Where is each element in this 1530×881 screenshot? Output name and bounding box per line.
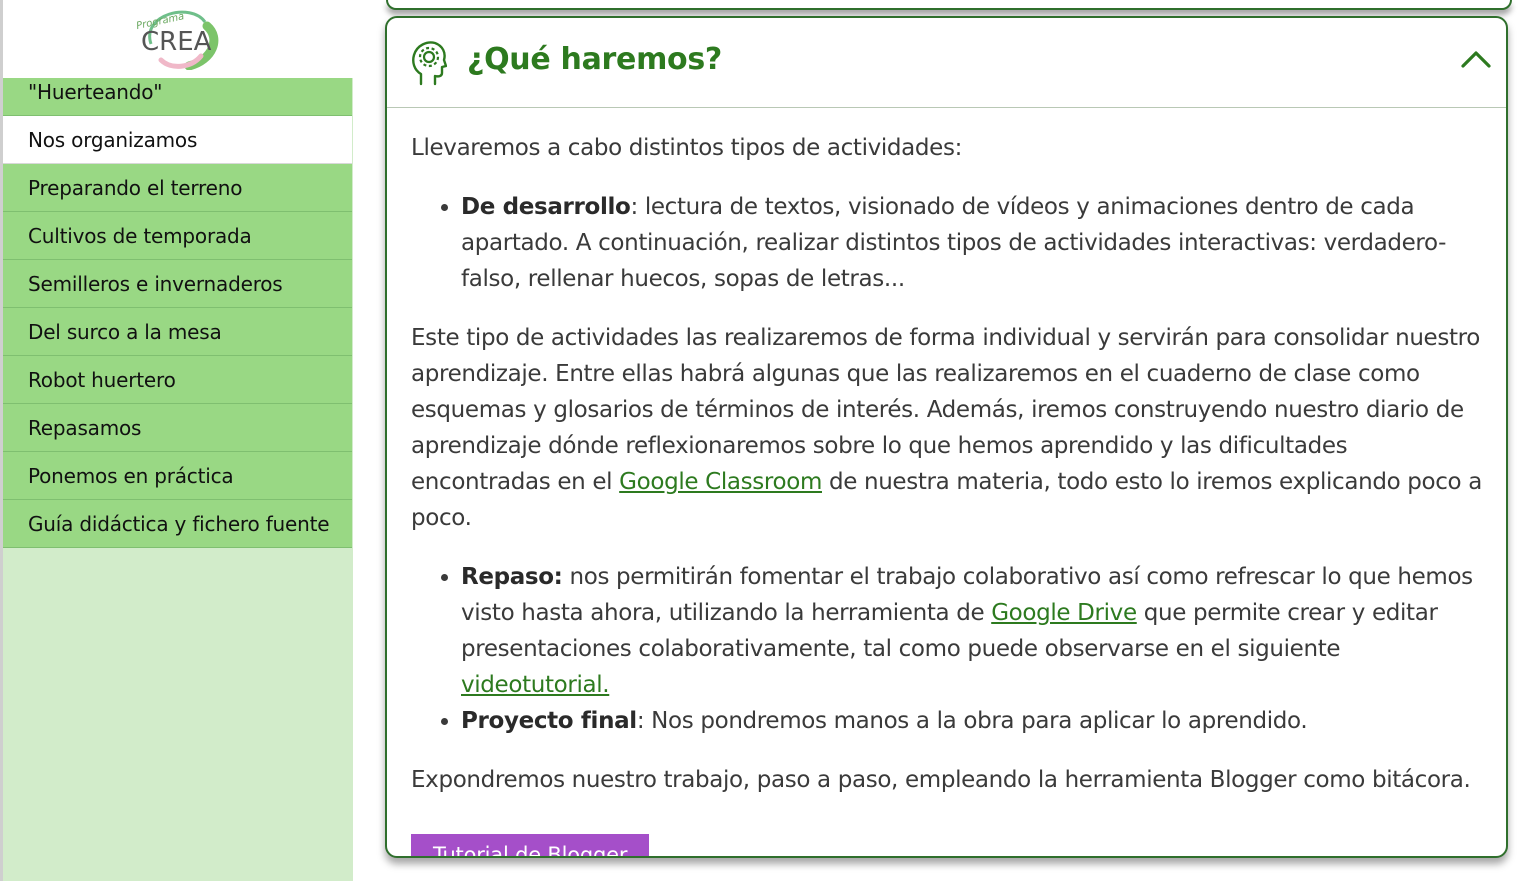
item-repaso-title: Repaso: (461, 564, 563, 590)
card-header[interactable]: ¿Qué haremos? (387, 18, 1506, 108)
sidebar-item-guia-didactica[interactable]: Guía didáctica y fichero fuente (3, 500, 352, 548)
sidebar-item-cultivos-de-temporada[interactable]: Cultivos de temporada (3, 212, 352, 260)
sidebar-item-repasamos[interactable]: Repasamos (3, 404, 352, 452)
sidebar-item-semilleros[interactable]: Semilleros e invernaderos (3, 260, 352, 308)
sidebar-item-del-surco[interactable]: Del surco a la mesa (3, 308, 352, 356)
sidebar-item-huerteando[interactable]: "Huerteando" (3, 78, 352, 116)
activity-list-2: Repaso: nos permitirán fomentar el traba… (411, 559, 1483, 739)
sidebar-item-robot-huertero[interactable]: Robot huertero (3, 356, 352, 404)
google-drive-link[interactable]: Google Drive (991, 600, 1137, 626)
item-proyecto-text: : Nos pondremos manos a la obra para apl… (636, 708, 1308, 734)
list-item-proyecto-final: Proyecto final: Nos pondremos manos a la… (461, 703, 1483, 739)
videotutorial-link[interactable]: videotutorial. (461, 672, 610, 698)
sidebar-item-ponemos-en-practica[interactable]: Ponemos en práctica (3, 452, 352, 500)
sidebar: Programa CREA "Huerteando" Nos organizam… (0, 0, 353, 881)
que-haremos-card: ¿Qué haremos? Llevaremos a cabo distinto… (385, 16, 1508, 858)
intro-text: Llevaremos a cabo distintos tipos de act… (411, 135, 963, 161)
logo-area: Programa CREA (3, 0, 353, 78)
svg-text:CREA: CREA (141, 27, 212, 57)
previous-card-edge (386, 0, 1512, 10)
closing-text: Expondremos nuestro trabajo, paso a paso… (411, 767, 1471, 793)
card-title: ¿Qué haremos? (467, 42, 723, 77)
card-body: Llevaremos a cabo distintos tipos de act… (411, 130, 1483, 856)
list-item-repaso: Repaso: nos permitirán fomentar el traba… (461, 559, 1483, 703)
sidebar-item-preparando-el-terreno[interactable]: Preparando el terreno (3, 164, 352, 212)
paragraph-individual: Este tipo de actividades las realizaremo… (411, 320, 1483, 536)
chevron-up-icon[interactable] (1460, 48, 1492, 70)
activity-list-1: De desarrollo: lectura de textos, vision… (411, 189, 1483, 297)
head-gear-icon (412, 41, 447, 86)
google-classroom-link[interactable]: Google Classroom (619, 469, 822, 495)
item-desarrollo-title: De desarrollo (461, 194, 631, 220)
sidebar-item-nos-organizamos[interactable]: Nos organizamos (3, 116, 352, 164)
list-item-desarrollo: De desarrollo: lectura de textos, vision… (461, 189, 1483, 297)
crea-logo[interactable]: Programa CREA (131, 4, 227, 70)
sidebar-nav: "Huerteando" Nos organizamos Preparando … (3, 78, 352, 548)
tutorial-blogger-button[interactable]: Tutorial de Blogger (411, 834, 650, 856)
item-proyecto-title: Proyecto final (461, 708, 637, 734)
